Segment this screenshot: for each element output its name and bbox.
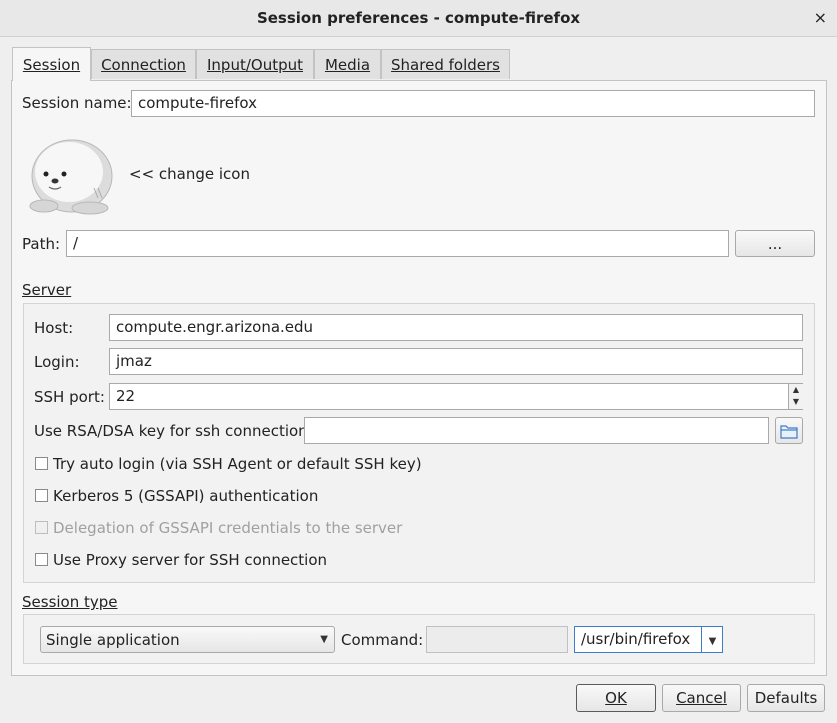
session-seal-icon[interactable]	[24, 128, 120, 218]
tab-media[interactable]: Media	[314, 49, 381, 79]
delegation-label: Delegation of GSSAPI credentials to the …	[53, 519, 403, 537]
session-type-group-label: Session type	[22, 592, 118, 612]
tab-input-output[interactable]: Input/Output	[196, 49, 314, 79]
session-name-label: Session name:	[22, 94, 132, 112]
browse-path-button[interactable]: ...	[735, 230, 815, 257]
ssh-port-spin-buttons: ▲ ▼	[788, 384, 803, 409]
spin-up-icon[interactable]: ▲	[789, 384, 803, 396]
session-name-input[interactable]: compute-firefox	[131, 90, 815, 117]
spin-down-icon[interactable]: ▼	[789, 396, 803, 408]
change-icon-label[interactable]: << change icon	[129, 164, 250, 184]
ssh-port-label: SSH port:	[34, 388, 105, 406]
rsa-key-label: Use RSA/DSA key for ssh connection:	[34, 422, 313, 440]
tab-connection[interactable]: Connection	[91, 49, 196, 79]
login-input[interactable]: jmaz	[109, 348, 803, 375]
tab-label: Session	[22, 56, 81, 74]
rsa-key-input[interactable]	[304, 417, 769, 444]
chevron-down-icon: ▼	[708, 636, 717, 647]
command-input	[426, 626, 568, 653]
tab-session[interactable]: Session	[12, 47, 91, 81]
auto-login-checkbox[interactable]	[35, 457, 48, 470]
host-label: Host:	[34, 319, 74, 337]
ssh-port-spinbox[interactable]: 22	[109, 383, 803, 410]
ssh-port-value: 22	[116, 387, 136, 405]
tab-label: Connection	[101, 56, 186, 74]
ok-label: OK	[605, 689, 627, 707]
proxy-checkbox[interactable]	[35, 553, 48, 566]
path-input[interactable]: /	[66, 230, 729, 257]
kerberos-checkbox[interactable]	[35, 489, 48, 502]
server-group-title: Server	[22, 281, 72, 299]
session-type-title: Session type	[22, 593, 118, 611]
login-label: Login:	[34, 353, 80, 371]
command-label: Command:	[341, 631, 424, 649]
chevron-down-icon: ▼	[320, 634, 328, 645]
tab-label: Media	[324, 56, 371, 74]
tab-shared-folders[interactable]: Shared folders	[381, 49, 510, 79]
auto-login-label[interactable]: Try auto login (via SSH Agent or default…	[53, 454, 422, 474]
folder-icon	[780, 425, 798, 439]
session-type-value: Single application	[46, 631, 180, 649]
cancel-label: Cancel	[676, 689, 727, 707]
browse-key-button[interactable]	[775, 417, 803, 444]
application-dropdown-button[interactable]: ▼	[701, 627, 723, 652]
server-group-label: Server	[22, 280, 71, 300]
host-input[interactable]: compute.engr.arizona.edu	[109, 314, 803, 341]
defaults-button[interactable]: Defaults	[747, 684, 825, 712]
ok-button[interactable]: OK	[576, 684, 656, 712]
close-icon[interactable]: ×	[814, 0, 827, 36]
kerberos-label[interactable]: Kerberos 5 (GSSAPI) authentication	[53, 486, 318, 506]
cancel-button[interactable]: Cancel	[662, 684, 741, 712]
tab-label: Input/Output	[207, 56, 303, 74]
window-title: Session preferences - compute-firefox	[256, 9, 581, 27]
delegation-checkbox	[35, 521, 48, 534]
session-type-select[interactable]: Single application ▼	[40, 626, 335, 653]
tab-label: Shared folders	[391, 56, 500, 74]
application-value: /usr/bin/firefox	[581, 630, 691, 648]
path-label: Path:	[22, 235, 61, 253]
proxy-label[interactable]: Use Proxy server for SSH connection	[53, 550, 327, 570]
